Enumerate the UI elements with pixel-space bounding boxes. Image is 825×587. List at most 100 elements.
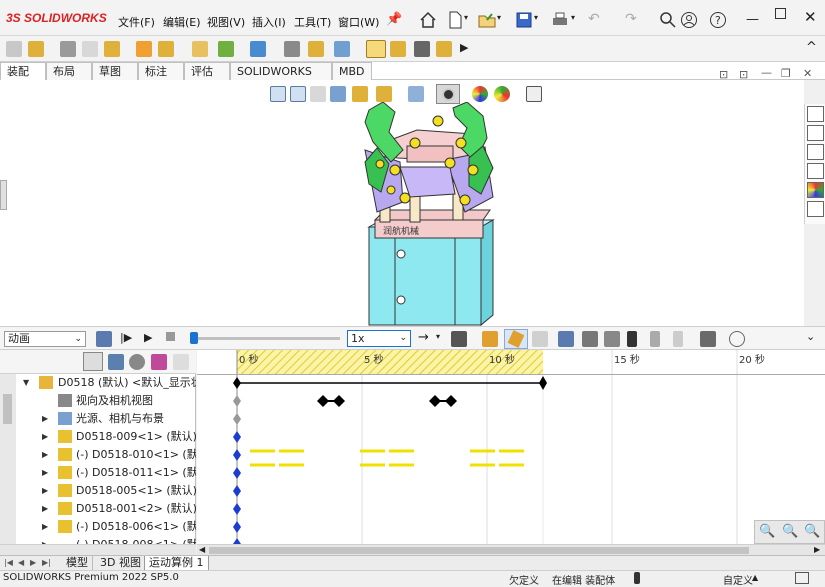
tree-row-assembly[interactable]: ▼D0518 (默认) <默认_显示状态 [0, 374, 196, 392]
new-motion-study-icon[interactable] [284, 41, 300, 57]
reference-geometry-icon[interactable] [250, 41, 266, 57]
damper-icon[interactable] [604, 331, 620, 347]
zoom-in-icon[interactable]: 🔍 [759, 524, 775, 539]
chevron-down-icon[interactable]: ⌄ [399, 331, 407, 346]
rebuild-traffic-light-icon[interactable] [634, 572, 640, 584]
gravity-icon[interactable] [673, 331, 683, 347]
tree-row-lights[interactable]: ▶ 光源、相机与布景 [0, 410, 196, 428]
restore-doc-left-icon[interactable]: ⊡ [719, 68, 728, 81]
filter-animated-icon[interactable] [83, 352, 103, 371]
menu-edit[interactable]: 编辑(E) [163, 14, 201, 30]
menu-file[interactable]: 文件(F) [118, 14, 155, 30]
display-style-icon[interactable] [408, 86, 424, 102]
autoscale-icon[interactable] [173, 354, 189, 370]
tab-markup[interactable]: 标注 [138, 62, 184, 80]
assembly-features-icon[interactable] [218, 41, 234, 57]
minimize-icon[interactable]: — [746, 12, 759, 27]
tab-nav-last-icon[interactable]: ▶| [42, 558, 51, 567]
tree-row-component[interactable]: ▶D0518-005<1> (默认) << [0, 482, 196, 500]
view-settings-icon[interactable] [526, 86, 542, 102]
play-from-start-icon[interactable]: |▶ [120, 331, 132, 344]
tab-layout[interactable]: 布局 [46, 62, 92, 80]
close-icon[interactable]: ✕ [804, 8, 817, 26]
view-orientation-icon[interactable] [376, 86, 392, 102]
help-icon[interactable]: ? [709, 11, 727, 29]
tab-mbd[interactable]: MBD [332, 62, 372, 80]
autokey-icon[interactable] [504, 329, 528, 349]
results-plots-icon[interactable] [700, 331, 716, 347]
motion-study-properties-icon[interactable] [729, 331, 745, 347]
scroll-right-icon[interactable]: ▶ [814, 545, 820, 554]
tree-hscrollbar[interactable] [0, 544, 196, 555]
menu-insert[interactable]: 插入(I) [252, 14, 286, 30]
save-icon[interactable] [515, 11, 533, 29]
tree-row-component[interactable]: ▶D0518-001<2> (默认) << [0, 500, 196, 518]
insert-components-icon[interactable] [28, 41, 44, 57]
take-snapshot-icon[interactable] [414, 41, 430, 57]
search-icon[interactable] [659, 11, 677, 29]
notifications-icon[interactable] [795, 572, 809, 584]
menu-tools[interactable]: 工具(T) [294, 14, 331, 30]
tab-motion-study-1[interactable]: 运动算例 1 [144, 556, 209, 571]
new-document-icon[interactable] [446, 11, 464, 29]
tab-model[interactable]: 模型 [62, 556, 93, 570]
maximize-icon[interactable] [775, 8, 786, 19]
tab-evaluate[interactable]: 评估 [184, 62, 230, 80]
calculate-icon[interactable] [96, 331, 112, 347]
move-component-icon[interactable] [158, 41, 174, 57]
zoom-to-fit-timeline-icon[interactable]: 🔍 [804, 524, 820, 539]
undo-icon[interactable]: ↶ [588, 11, 606, 29]
timeline-slider-thumb[interactable] [190, 332, 198, 344]
print-icon[interactable] [551, 11, 569, 29]
doc-restore-icon[interactable]: ❐ [781, 67, 791, 80]
component-preview-icon[interactable] [82, 41, 98, 57]
chevron-down-icon[interactable]: ▾ [436, 332, 440, 341]
tab-assembly[interactable]: 装配体 [0, 62, 46, 95]
pin-icon[interactable]: 📌 [386, 12, 402, 27]
tab-3d-views[interactable]: 3D 视图 [96, 556, 146, 570]
save-animation-icon[interactable] [451, 331, 467, 347]
tree-row-component[interactable]: ▶D0518-009<1> (默认) << [0, 428, 196, 446]
tree-row-view-camera[interactable]: 视向及相机视图 [0, 392, 196, 410]
custom-properties-icon[interactable] [807, 201, 824, 217]
dynamic-annotation-icon[interactable] [352, 86, 368, 102]
filter-driving-icon[interactable] [108, 354, 124, 370]
tree-row-component[interactable]: ▶(-) D0518-008<1> (默认) [0, 536, 196, 544]
show-hidden-icon[interactable] [192, 41, 208, 57]
collapse-toolbar-icon[interactable]: ^ [806, 40, 817, 55]
force-icon[interactable] [627, 331, 637, 347]
linear-pattern-icon[interactable] [104, 41, 120, 57]
add-key-icon[interactable] [532, 331, 548, 347]
filter-selected-icon[interactable] [129, 354, 145, 370]
bill-of-materials-icon[interactable] [308, 41, 324, 57]
tab-nav-next-icon[interactable]: ▶ [30, 558, 36, 567]
play-icon[interactable]: ▶ [144, 331, 152, 344]
smart-fasteners-icon[interactable] [136, 41, 152, 57]
timeline-area[interactable]: 0 秒 5 秒 10 秒 15 秒 20 秒 🔍 🔍 🔍 [197, 350, 825, 544]
update-speedpak-icon[interactable] [390, 41, 406, 57]
redo-icon[interactable]: ↷ [625, 11, 643, 29]
appearances-icon[interactable] [807, 182, 824, 198]
playback-speed-select[interactable]: 1x ⌄ [347, 330, 411, 347]
large-assembly-icon[interactable] [436, 41, 452, 57]
tree-row-component[interactable]: ▶(-) D0518-011<1> (默认) [0, 464, 196, 482]
units-up-icon[interactable]: ▲ [752, 573, 758, 582]
more-tools-icon[interactable]: ▶ [460, 41, 468, 54]
doc-minimize-icon[interactable]: — [761, 66, 772, 79]
view-palette-icon[interactable] [807, 163, 824, 179]
edit-appearance-icon[interactable] [472, 86, 488, 102]
tab-nav-first-icon[interactable]: |◀ [4, 558, 13, 567]
spring-icon[interactable] [582, 331, 598, 347]
scroll-left-icon[interactable]: ◀ [199, 545, 205, 554]
zoom-to-fit-icon[interactable] [270, 86, 286, 102]
open-folder-icon[interactable] [478, 11, 496, 29]
instant3d-icon[interactable] [366, 40, 386, 58]
file-explorer-icon[interactable] [807, 144, 824, 160]
timeline-slider-track[interactable] [190, 337, 340, 340]
contact-icon[interactable] [650, 331, 660, 347]
tab-addins[interactable]: SOLIDWORKS 插件 [230, 62, 332, 95]
previous-view-icon[interactable] [310, 86, 326, 102]
chevron-down-icon[interactable]: ▾ [571, 13, 575, 22]
design-library-icon[interactable] [807, 125, 824, 141]
playback-mode-icon[interactable]: → [418, 330, 429, 345]
